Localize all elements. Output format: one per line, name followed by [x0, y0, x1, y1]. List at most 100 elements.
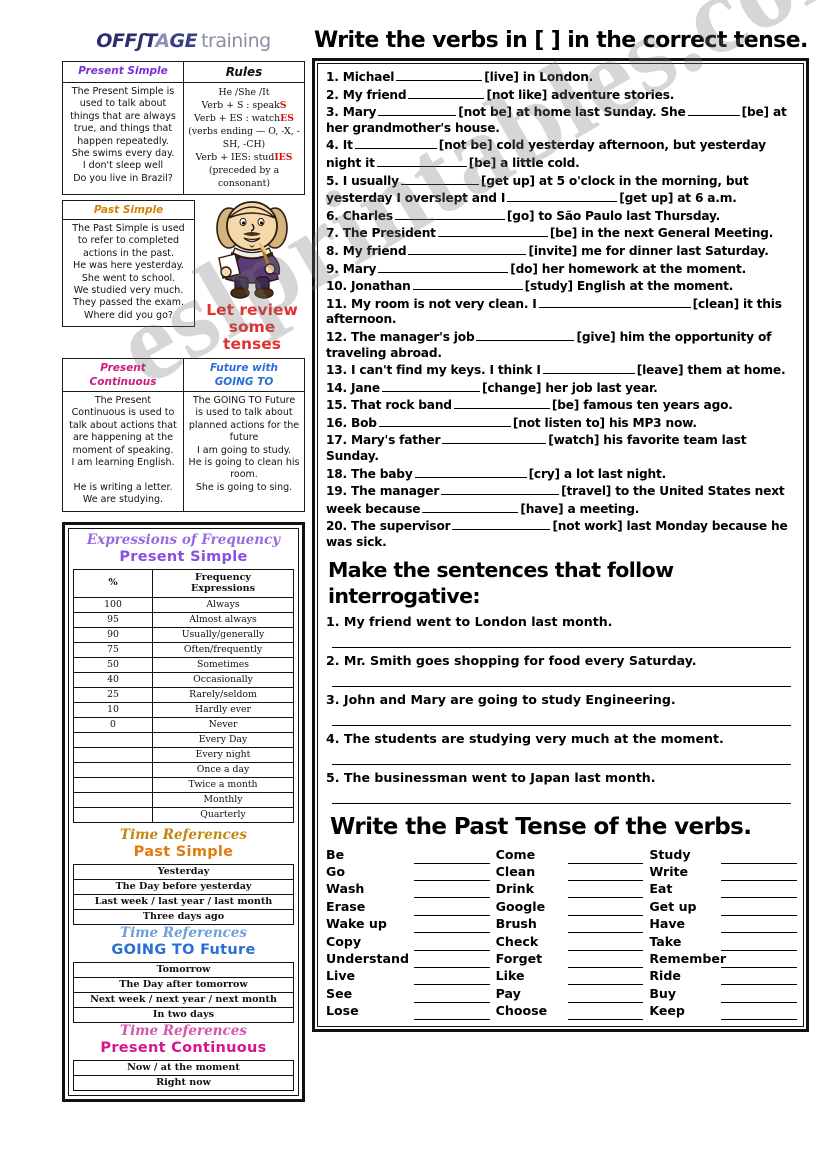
exercise1-item: 2. My friend [not like] adventure stories… [326, 86, 797, 104]
mascot-caption-line1: Let review [206, 301, 298, 319]
verb-answer-line[interactable] [567, 932, 644, 951]
verb-answer-line[interactable] [414, 863, 490, 881]
verb-answer-line[interactable] [721, 1002, 797, 1021]
rules-line-5-text: Verb + IES: stud [195, 152, 275, 163]
verb-answer-line[interactable] [567, 950, 644, 968]
exercise1-item: 8. My friend [invite] me for dinner last … [326, 242, 797, 260]
verb-answer-line[interactable] [414, 880, 490, 899]
verb-answer-line[interactable] [414, 915, 490, 934]
exercise2-item: 5. The businessman went to Japan last mo… [326, 769, 656, 785]
answer-blank[interactable] [378, 414, 511, 427]
exercise1-item: 6. Charles [go] to São Paulo last Thursda… [326, 207, 797, 225]
verb-row: Erase Google Get up [326, 897, 797, 916]
verb-label: Brush [495, 916, 537, 932]
answer-blank[interactable] [453, 396, 550, 410]
item-text-before-blank: Michael [342, 70, 395, 84]
verb-answer-line[interactable] [721, 897, 797, 916]
verb-answer-line[interactable] [721, 984, 797, 1003]
answer-blank[interactable] [394, 207, 505, 220]
exercise1-item: 5. I usually [get up] at 5 o'clock in the… [326, 172, 797, 207]
verb-answer-line[interactable] [414, 967, 490, 986]
answer-blank[interactable] [378, 260, 509, 273]
verb-answer-line[interactable] [414, 984, 490, 1003]
verb-label: Buy [649, 985, 677, 1001]
answer-blank[interactable] [437, 224, 548, 238]
verb-answer-line[interactable] [567, 897, 644, 916]
item-text-before-blank: The supervisor [351, 519, 451, 534]
verb-answer-line[interactable] [567, 880, 644, 899]
continuous-future-table: Present Continuous Future with GOING TO … [62, 358, 305, 512]
verb-answer-line[interactable] [567, 967, 644, 986]
time-reference-row: The Day before yesterday [73, 878, 294, 895]
present-simple-body: The Present Simple is used to talk about… [70, 86, 176, 184]
answer-blank[interactable] [476, 328, 575, 341]
frequency-expression-cell: Monthly [152, 791, 294, 808]
answer-blank[interactable] [376, 154, 467, 167]
answer-blank[interactable] [408, 86, 485, 99]
item-text-after-blank: [cry] a lot last night. [528, 466, 667, 481]
verb-answer-line[interactable] [567, 915, 644, 934]
exercise2-answer-line[interactable] [332, 763, 791, 765]
exercise2-answer-line[interactable] [332, 802, 791, 804]
frequency-table-row: 25 Rarely/seldom [73, 686, 294, 703]
answer-blank[interactable] [507, 189, 618, 203]
verb-row: Copy Check Take [326, 932, 797, 951]
answer-blank[interactable] [452, 517, 551, 531]
time-reference-cell: The Day after tomorrow [73, 976, 294, 993]
verb-answer-line[interactable] [721, 915, 797, 934]
verb-label: Google [495, 898, 546, 914]
answer-blank[interactable] [442, 431, 547, 445]
frequency-pct-cell: 95 [73, 611, 153, 628]
exercise2-answer-line[interactable] [332, 685, 791, 687]
answer-blank[interactable] [400, 172, 479, 185]
exercise1-item: 9. Mary [do] her homework at the moment. [326, 260, 797, 278]
logo-part-offst: OFFʃT [96, 30, 156, 52]
verb-answer-line[interactable] [721, 950, 797, 968]
answer-blank[interactable] [422, 500, 519, 513]
verb-answer-line[interactable] [721, 932, 797, 951]
answer-blank[interactable] [687, 103, 740, 117]
verb-answer-line[interactable] [721, 880, 797, 899]
rules-line-6: (preceded by a consonant) [208, 165, 280, 189]
answer-blank[interactable] [354, 136, 437, 150]
answer-blank[interactable] [408, 242, 527, 255]
verb-answer-line[interactable] [414, 950, 490, 968]
item-text-after-blank: [not listen to] his MP3 now. [512, 415, 697, 430]
exercise1-item: 12. The manager's job [give] him the oppo… [326, 328, 797, 361]
item-text-after-blank: [be] in the next General Meeting. [549, 226, 774, 241]
answer-blank[interactable] [441, 482, 560, 496]
time-reference-block: Time References Present Continuous Now / a… [73, 1023, 294, 1091]
verb-answer-line[interactable] [567, 984, 644, 1003]
item-text-after-blank: [do] her homework at the moment. [510, 261, 747, 276]
time-reference-title-block: Present Continuous [100, 1039, 267, 1056]
exercise2-answer-line[interactable] [332, 724, 791, 726]
verb-answer-line[interactable] [721, 967, 797, 986]
answer-blank[interactable] [396, 68, 483, 81]
verb-answer-line[interactable] [414, 897, 490, 916]
item-number: 8. [326, 243, 343, 258]
item-number: 12. [326, 329, 352, 344]
exercise1-item: 16. Bob [not listen to] his MP3 now. [326, 414, 797, 432]
answer-blank[interactable] [378, 103, 457, 117]
verb-answer-line[interactable] [414, 845, 490, 864]
verb-answer-line[interactable] [721, 863, 797, 881]
item-number: 18. [326, 466, 352, 481]
answer-blank[interactable] [542, 361, 635, 375]
verb-answer-line[interactable] [567, 845, 644, 864]
time-reference-cell: Tomorrow [73, 961, 294, 978]
answer-blank[interactable] [381, 379, 480, 392]
verb-answer-line[interactable] [567, 863, 644, 881]
exercise2-answer-line[interactable] [332, 646, 791, 648]
exercise1-item: 1. Michael [live] in London. [326, 68, 797, 86]
verb-answer-line[interactable] [721, 845, 797, 864]
frequency-expression-cell: Often/frequently [152, 641, 294, 658]
verb-answer-line[interactable] [414, 1002, 490, 1021]
verb-answer-line[interactable] [567, 1002, 644, 1021]
item-text-after-blank: [leave] them at home. [636, 363, 786, 378]
frequency-table: % Frequency Expressions 100 Always 95 Almos… [73, 568, 294, 823]
answer-blank[interactable] [414, 465, 527, 478]
frequency-pct-cell [73, 761, 153, 778]
answer-blank[interactable] [412, 277, 523, 291]
verb-answer-line[interactable] [414, 932, 490, 951]
answer-blank[interactable] [538, 295, 691, 308]
